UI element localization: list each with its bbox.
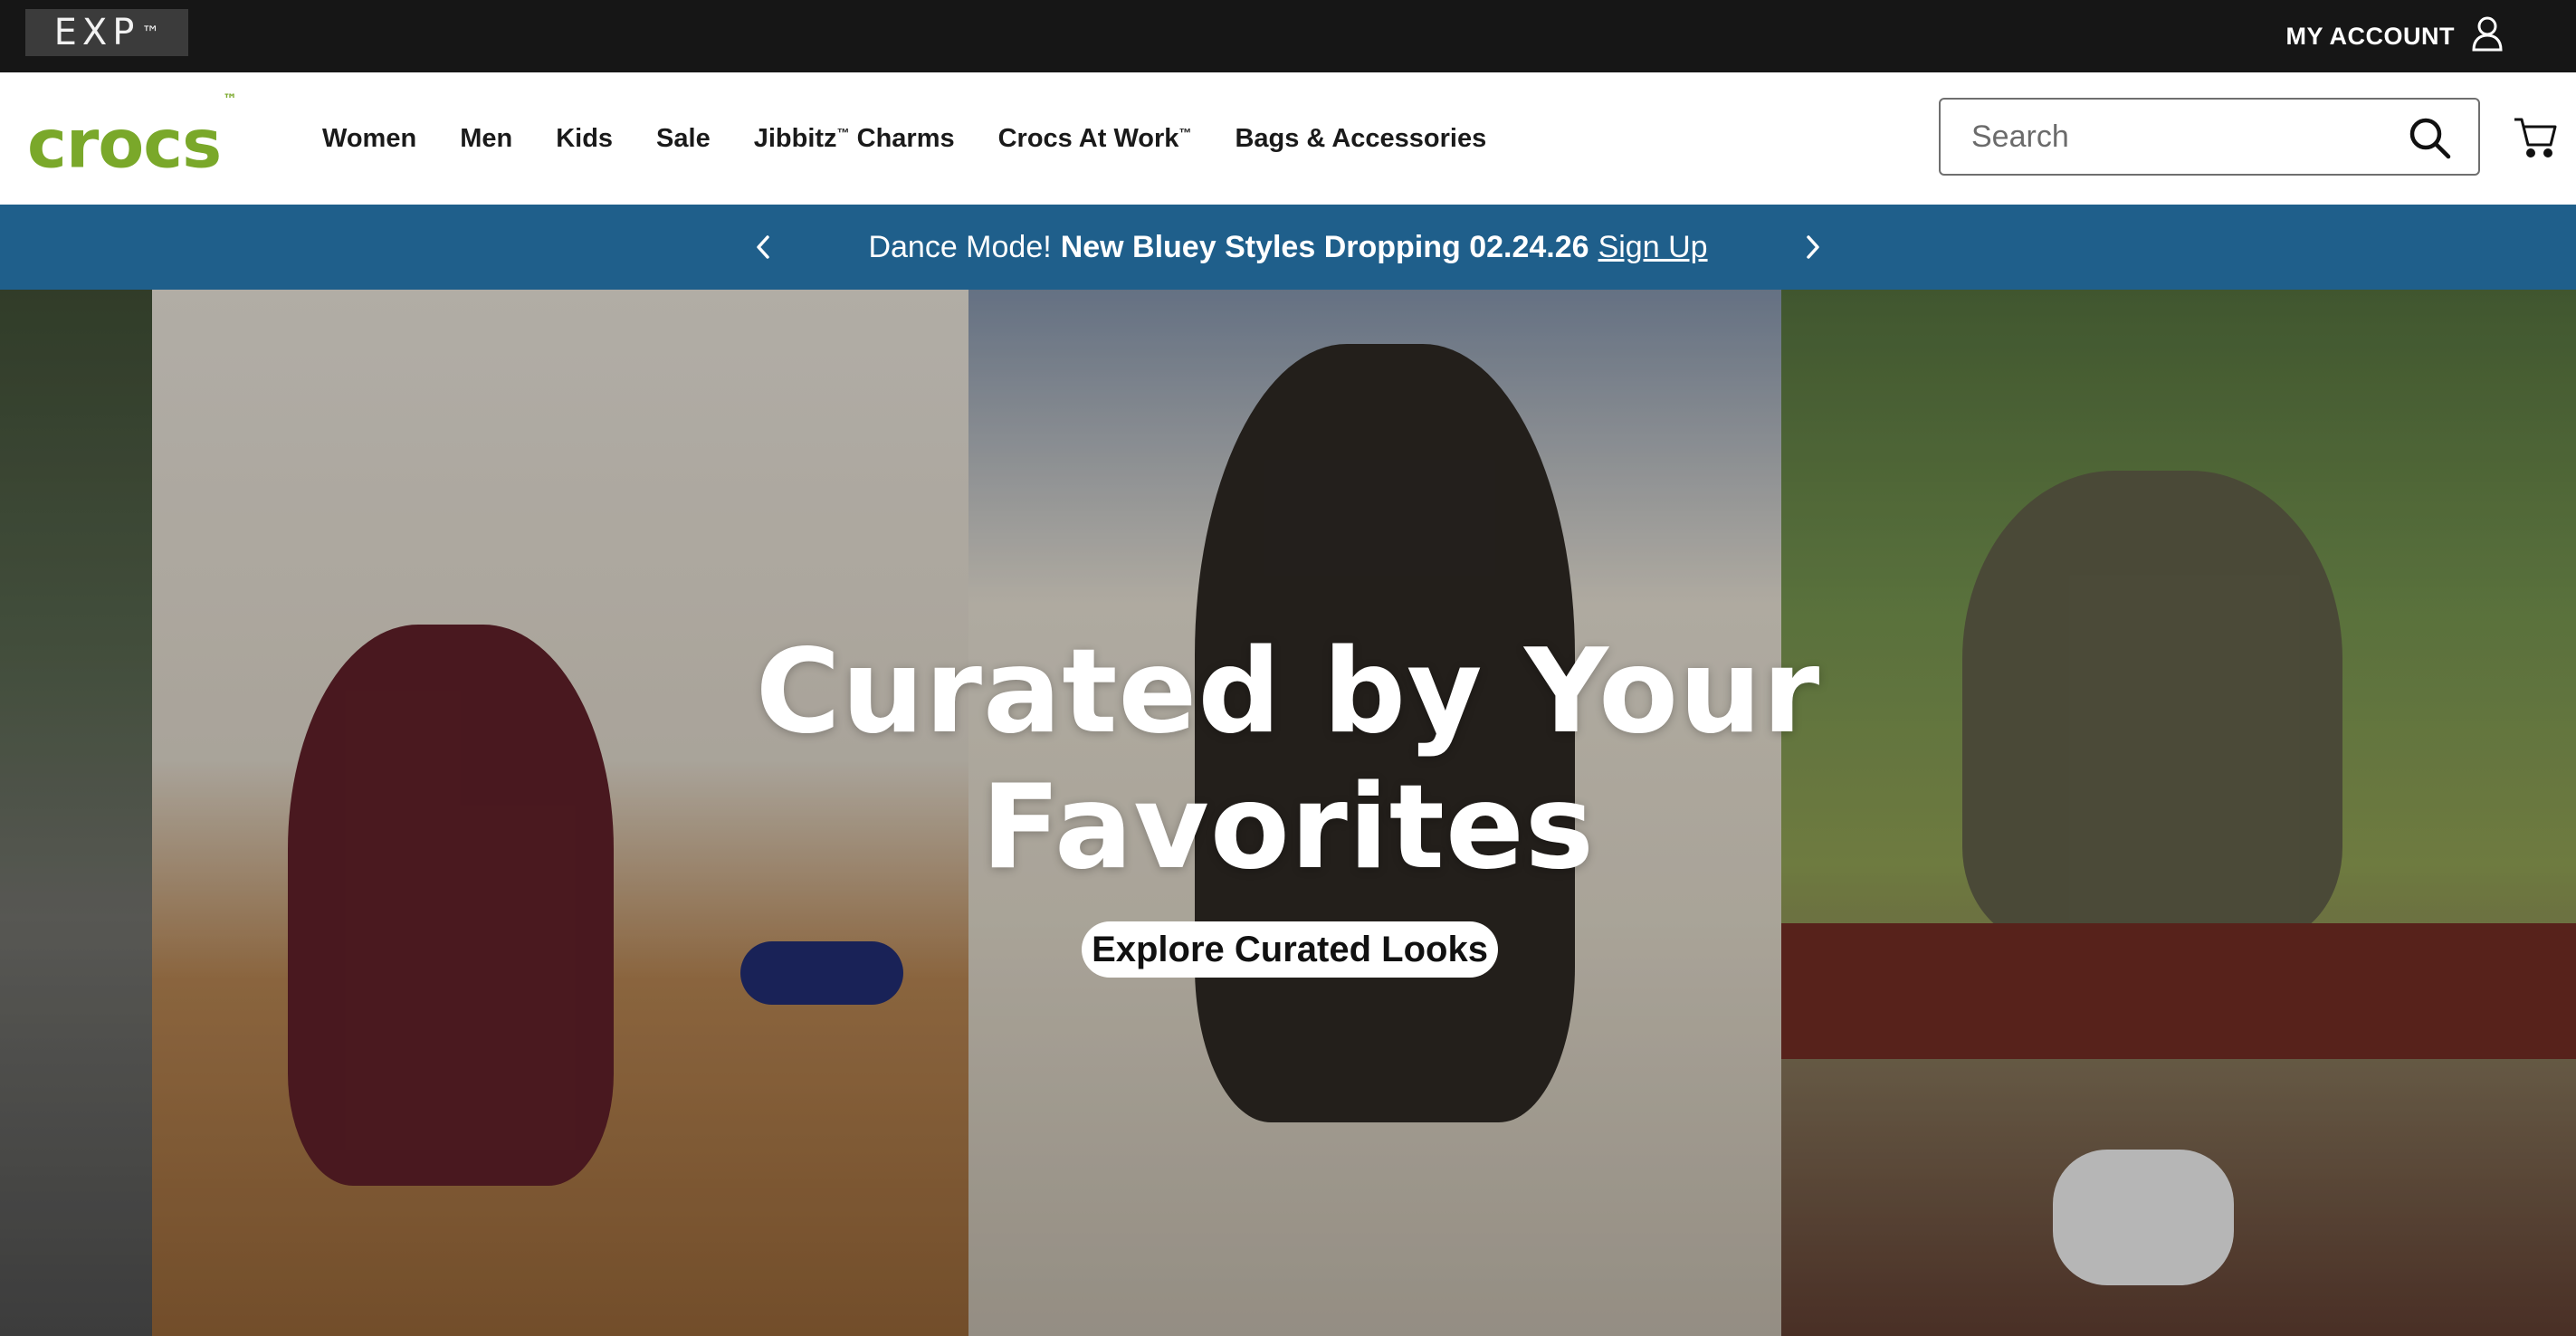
promo-signup-link[interactable]: Sign Up	[1598, 230, 1708, 265]
exp-trademark: ™	[141, 22, 160, 43]
my-account-link[interactable]: MY ACCOUNT	[2286, 16, 2504, 56]
nav-link-sale[interactable]: Sale	[656, 124, 711, 154]
hero-title-line-1: Curated by Your	[755, 625, 1821, 759]
my-account-label: MY ACCOUNT	[2285, 22, 2455, 50]
search-box	[1939, 98, 2480, 176]
nav-link-label: Bags & Accessories	[1235, 123, 1487, 153]
crocs-logo[interactable]: crocs™	[27, 91, 237, 178]
utility-bar: EXP ™ MY ACCOUNT	[0, 0, 2576, 72]
cart-icon[interactable]	[2513, 114, 2558, 159]
logo-trademark: ™	[223, 91, 237, 108]
hero-title: Curated by Your Favorites	[0, 625, 2576, 896]
exp-badge[interactable]: EXP ™	[25, 9, 188, 56]
hero-title-line-2: Favorites	[981, 760, 1595, 895]
search-input[interactable]	[1970, 118, 2371, 156]
explore-curated-looks-button[interactable]: Explore Curated Looks	[1082, 921, 1498, 978]
nav-link-suffix: Charms	[849, 123, 955, 153]
nav-link-label: Crocs At Work	[997, 123, 1179, 153]
nav-link-label: Women	[322, 123, 417, 153]
hero-cta-label: Explore Curated Looks	[1092, 929, 1488, 969]
nav-link-bags-accessories[interactable]: Bags & Accessories	[1235, 124, 1486, 154]
nav-link-kids[interactable]: Kids	[556, 124, 613, 154]
promo-banner: Dance Mode! New Bluey Styles Dropping 02…	[0, 205, 2576, 290]
hero-banner[interactable]: Curated by Your Favorites Explore Curate…	[0, 290, 2576, 1336]
trademark: ™	[836, 124, 850, 139]
nav-links: Women Men Kids Sale Jibbitz™ Charms Croc…	[322, 72, 1530, 205]
nav-link-label: Sale	[656, 123, 711, 153]
nav-link-crocs-at-work[interactable]: Crocs At Work™	[998, 124, 1192, 154]
chevron-right-icon[interactable]	[1790, 224, 1836, 270]
logo-text: crocs	[27, 105, 222, 184]
nav-link-women[interactable]: Women	[322, 124, 416, 154]
main-nav: crocs™ Women Men Kids Sale Jibbitz™ Char…	[0, 72, 2576, 205]
nav-link-men[interactable]: Men	[460, 124, 512, 154]
nav-link-label: Jibbitz	[753, 123, 837, 153]
trademark: ™	[1178, 124, 1192, 139]
nav-link-label: Men	[460, 123, 513, 153]
promo-headline: New Bluey Styles Dropping 02.24.26	[1060, 229, 1589, 264]
exp-label: EXP	[53, 12, 140, 53]
promo-message: Dance Mode! New Bluey Styles Dropping 02…	[0, 205, 2576, 290]
promo-lead: Dance Mode!	[868, 229, 1052, 264]
nav-link-label: Kids	[556, 123, 614, 153]
user-icon	[2471, 15, 2504, 58]
nav-link-jibbitz-charms[interactable]: Jibbitz™ Charms	[754, 124, 955, 154]
search-icon[interactable]	[2408, 116, 2451, 159]
